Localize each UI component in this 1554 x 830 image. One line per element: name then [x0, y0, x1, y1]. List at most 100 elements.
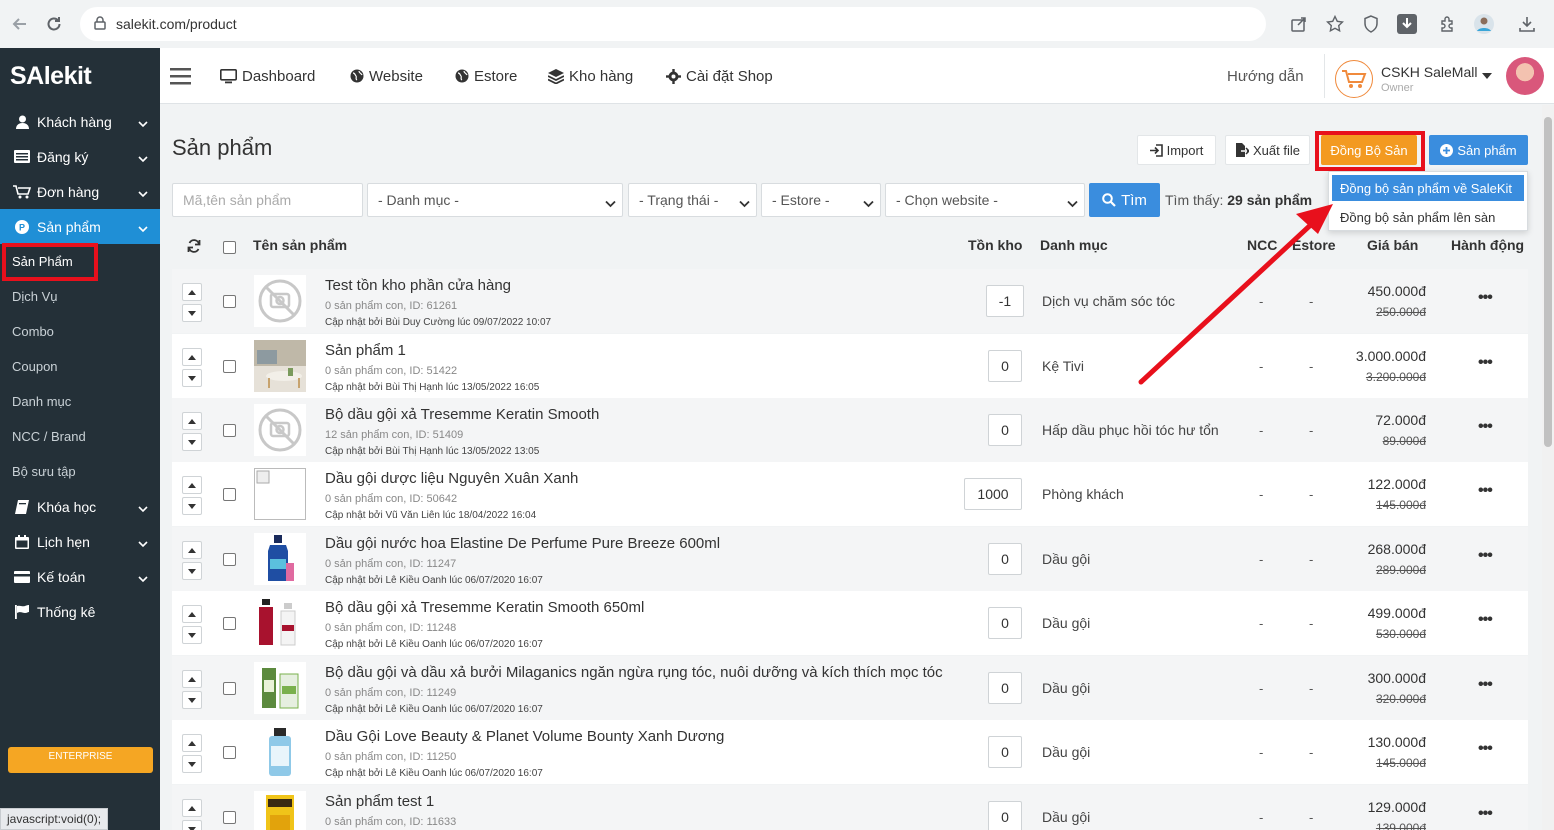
more-actions-icon[interactable]: •••: [1478, 482, 1493, 500]
move-down-icon[interactable]: [182, 369, 202, 387]
sidebar-item-products[interactable]: P Sản phẩm: [0, 209, 160, 244]
stock-input[interactable]: 0: [988, 801, 1022, 830]
help-link[interactable]: Hướng dẫn: [1227, 68, 1304, 85]
sidebar-subitem-services[interactable]: Dịch Vụ: [0, 279, 160, 314]
product-name-link[interactable]: Bộ dầu gội xả Tresemme Keratin Smooth: [325, 406, 599, 423]
column-header-category[interactable]: Danh mục: [1040, 237, 1108, 253]
stock-input[interactable]: 0: [988, 350, 1022, 382]
status-select[interactable]: - Trạng thái -: [628, 183, 757, 217]
table-row[interactable]: Sản phẩm 1 0 sản phẩm con, ID: 51422 Cập n…: [172, 334, 1528, 398]
topnav-warehouse[interactable]: Kho hàng: [548, 48, 633, 104]
move-up-icon[interactable]: [182, 476, 202, 494]
move-up-icon[interactable]: [182, 799, 202, 817]
website-select[interactable]: - Chọn website -: [885, 183, 1085, 217]
move-up-icon[interactable]: [182, 541, 202, 559]
sidebar-item-courses[interactable]: Khóa học: [0, 489, 160, 524]
table-row[interactable]: Dầu gội dược liệu Nguyên Xuân Xanh 0 sản …: [172, 462, 1528, 526]
stock-input[interactable]: 0: [988, 543, 1022, 575]
move-up-icon[interactable]: [182, 283, 202, 301]
sidebar-item-appointments[interactable]: Lịch hẹn: [0, 524, 160, 559]
product-image[interactable]: [254, 340, 306, 392]
sidebar-item-accounting[interactable]: Kế toán: [0, 559, 160, 594]
move-down-icon[interactable]: [182, 691, 202, 709]
product-image[interactable]: [254, 404, 306, 456]
product-image[interactable]: [254, 468, 306, 520]
topnav-shop-settings[interactable]: Cài đặt Shop: [666, 48, 773, 104]
table-row[interactable]: Bộ dầu gội xả Tresemme Keratin Smooth 12 …: [172, 398, 1528, 462]
sidebar-subitem-collections[interactable]: Bộ sưu tập: [0, 454, 160, 489]
product-name-link[interactable]: Sản phẩm test 1: [325, 793, 434, 810]
row-checkbox[interactable]: [223, 553, 236, 566]
product-name-link[interactable]: Bộ dầu gội xả Tresemme Keratin Smooth 65…: [325, 599, 644, 616]
product-image[interactable]: [254, 726, 306, 778]
topnav-dashboard[interactable]: Dashboard: [220, 48, 315, 104]
sidebar-item-registrations[interactable]: Đăng ký: [0, 139, 160, 174]
more-actions-icon[interactable]: •••: [1478, 611, 1493, 629]
product-name-link[interactable]: Bộ dầu gội và dầu xả bưởi Milaganics ngă…: [325, 664, 943, 681]
move-down-icon[interactable]: [182, 433, 202, 451]
column-header-price[interactable]: Giá bán: [1367, 237, 1418, 253]
enterprise-badge[interactable]: ENTERPRISE: [8, 747, 153, 773]
profile-icon[interactable]: [1466, 6, 1502, 42]
select-all-checkbox[interactable]: [223, 241, 236, 254]
downloads-icon[interactable]: [1509, 6, 1545, 42]
export-button[interactable]: Xuất file: [1225, 135, 1310, 165]
search-input[interactable]: Mã,tên sản phẩm: [172, 183, 363, 217]
address-bar[interactable]: salekit.com/product: [80, 7, 1266, 41]
topnav-website[interactable]: Website: [350, 48, 423, 104]
stock-input[interactable]: 0: [988, 736, 1022, 768]
move-up-icon[interactable]: [182, 412, 202, 430]
more-actions-icon[interactable]: •••: [1478, 547, 1493, 565]
category-select[interactable]: - Danh mục -: [367, 183, 623, 217]
puzzle-icon[interactable]: [1430, 6, 1466, 42]
more-actions-icon[interactable]: •••: [1478, 676, 1493, 694]
move-down-icon[interactable]: [182, 820, 202, 830]
move-down-icon[interactable]: [182, 755, 202, 773]
shop-name[interactable]: CSKH SaleMall: [1381, 64, 1477, 80]
star-icon[interactable]: [1317, 6, 1353, 42]
stock-input[interactable]: 0: [988, 607, 1022, 639]
product-name-link[interactable]: Dầu Gội Love Beauty & Planet Volume Boun…: [325, 728, 724, 745]
move-up-icon[interactable]: [182, 348, 202, 366]
table-row[interactable]: Test tồn kho phần cửa hàng 0 sản phẩm con…: [172, 269, 1528, 333]
move-up-icon[interactable]: [182, 670, 202, 688]
table-row[interactable]: Dầu Gội Love Beauty & Planet Volume Boun…: [172, 720, 1528, 784]
table-row[interactable]: Bộ dầu gội xả Tresemme Keratin Smooth 65…: [172, 591, 1528, 655]
row-checkbox[interactable]: [223, 295, 236, 308]
table-row[interactable]: Dầu gội nước hoa Elastine De Perfume Pur…: [172, 527, 1528, 591]
move-down-icon[interactable]: [182, 304, 202, 322]
estore-select[interactable]: - Estore -: [761, 183, 881, 217]
stock-input[interactable]: 0: [988, 414, 1022, 446]
product-image[interactable]: [254, 275, 306, 327]
topnav-estore[interactable]: Estore: [455, 48, 517, 104]
product-image[interactable]: [254, 597, 306, 649]
back-icon[interactable]: [2, 6, 38, 42]
product-image[interactable]: [254, 791, 306, 830]
row-checkbox[interactable]: [223, 424, 236, 437]
product-image[interactable]: [254, 662, 306, 714]
product-image[interactable]: [254, 533, 306, 585]
product-name-link[interactable]: Dầu gội dược liệu Nguyên Xuân Xanh: [325, 470, 578, 487]
column-header-ncc[interactable]: NCC: [1247, 237, 1277, 253]
menu-item-sync-to-salekit[interactable]: Đồng bộ sản phẩm về SaleKit: [1332, 175, 1524, 201]
page-scrollbar[interactable]: [1542, 105, 1554, 830]
reload-icon[interactable]: [36, 6, 72, 42]
move-up-icon[interactable]: [182, 734, 202, 752]
row-checkbox[interactable]: [223, 360, 236, 373]
product-name-link[interactable]: Sản phẩm 1: [325, 342, 406, 359]
row-checkbox[interactable]: [223, 746, 236, 759]
column-header-estore[interactable]: Estore: [1292, 237, 1336, 253]
share-icon[interactable]: [1281, 6, 1317, 42]
refresh-icon[interactable]: [187, 239, 201, 256]
row-checkbox[interactable]: [223, 682, 236, 695]
row-checkbox[interactable]: [223, 811, 236, 824]
table-row[interactable]: Sản phẩm test 1 0 sản phẩm con, ID: 11633…: [172, 785, 1528, 830]
column-header-stock[interactable]: Tồn kho: [968, 237, 1022, 253]
import-button[interactable]: Import: [1137, 135, 1216, 165]
column-header-name[interactable]: Tên sản phẩm: [253, 237, 347, 253]
search-button[interactable]: Tìm: [1089, 183, 1160, 217]
shield-icon[interactable]: [1353, 6, 1389, 42]
hamburger-menu-icon[interactable]: [170, 67, 192, 88]
table-row[interactable]: Bộ dầu gội và dầu xả bưởi Milaganics ngă…: [172, 656, 1528, 720]
row-checkbox[interactable]: [223, 617, 236, 630]
